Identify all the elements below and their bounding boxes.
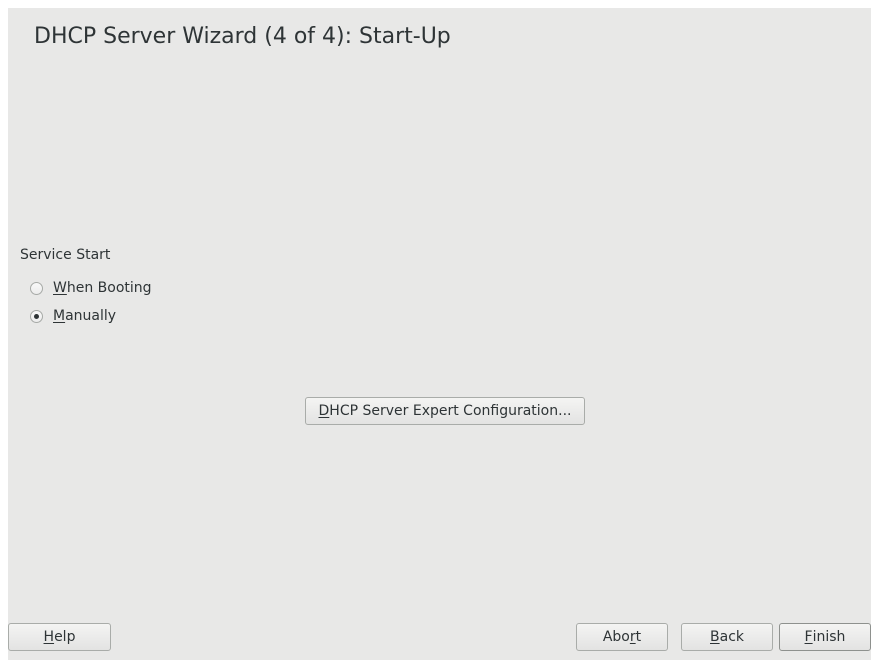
radio-button-unchecked-icon[interactable]	[30, 281, 43, 295]
abort-button-text-end: t	[635, 629, 642, 645]
radio-manually-text: anually	[65, 308, 117, 324]
radio-when-booting-label: When Booting	[53, 280, 152, 296]
help-button[interactable]: Help	[8, 623, 111, 651]
mnemonic-b: B	[710, 629, 720, 645]
radio-manually[interactable]: Manually	[30, 306, 116, 326]
abort-button[interactable]: Abo r t	[576, 623, 668, 651]
finish-button-text: inish	[812, 629, 846, 645]
radio-button-checked-icon[interactable]	[30, 309, 43, 323]
dhcp-expert-configuration-button[interactable]: D HCP Server Expert Configuration...	[305, 397, 585, 425]
page-title: DHCP Server Wizard (4 of 4): Start-Up	[34, 24, 451, 49]
dhcp-wizard-window: DHCP Server Wizard (4 of 4): Start-Up Se…	[8, 8, 871, 660]
back-button[interactable]: Back	[681, 623, 773, 651]
mnemonic-f: F	[804, 629, 813, 645]
radio-manually-label: Manually	[53, 308, 116, 324]
radio-when-booting[interactable]: When Booting	[30, 278, 152, 298]
abort-button-text-start: Abo	[602, 629, 630, 645]
mnemonic-w: W	[53, 280, 67, 296]
expert-button-text: HCP Server Expert Configuration...	[329, 403, 572, 419]
service-start-label: Service Start	[20, 247, 111, 263]
radio-when-booting-text: hen Booting	[66, 280, 152, 296]
mnemonic-m: M	[53, 308, 66, 324]
finish-button[interactable]: Finish	[779, 623, 871, 651]
mnemonic-d: D	[318, 403, 330, 419]
back-button-text: ack	[719, 629, 744, 645]
help-button-text: elp	[54, 629, 76, 645]
mnemonic-h: H	[43, 629, 55, 645]
